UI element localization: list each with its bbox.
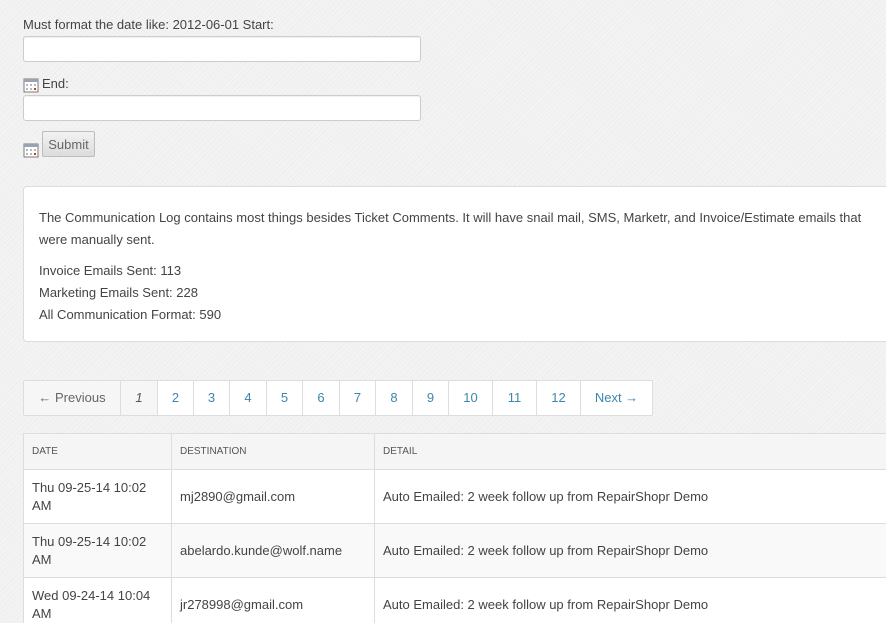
calendar-icon[interactable] <box>23 77 39 93</box>
destination-cell: abelardo.kunde@wolf.name <box>171 523 375 578</box>
page-link-11[interactable]: 11 <box>492 381 536 415</box>
marketing-emails-count: Marketing Emails Sent: 228 <box>39 285 198 300</box>
page-link-1[interactable]: 1 <box>120 381 157 415</box>
page-link-8[interactable]: 8 <box>375 381 412 415</box>
page-link-10[interactable]: 10 <box>448 381 492 415</box>
page-link-4[interactable]: 4 <box>229 381 266 415</box>
end-date-label: End: <box>42 76 69 91</box>
pagination: ← Previous 1 2 3 4 5 6 7 8 9 10 11 12 Ne… <box>23 380 653 416</box>
destination-cell: mj2890@gmail.com <box>171 469 375 524</box>
detail-column-header: DETAIL <box>374 433 886 470</box>
page-link-9[interactable]: 9 <box>412 381 448 415</box>
date-column-header: DATE <box>23 433 172 470</box>
previous-page-link[interactable]: ← Previous <box>24 381 120 415</box>
page-link-3[interactable]: 3 <box>193 381 229 415</box>
submit-button[interactable]: Submit <box>42 131 95 157</box>
info-description: The Communication Log contains most thin… <box>39 210 862 247</box>
table-row: Wed 09-24-14 10:04 AM jr278998@gmail.com… <box>23 577 886 623</box>
date-cell: Thu 09-25-14 10:02 AM <box>23 523 172 578</box>
start-date-label: Must format the date like: 2012-06-01 St… <box>23 17 274 32</box>
invoice-emails-count: Invoice Emails Sent: 113 <box>39 263 182 278</box>
date-cell: Thu 09-25-14 10:02 AM <box>23 469 172 524</box>
page-link-12[interactable]: 12 <box>536 381 580 415</box>
table-row: Thu 09-25-14 10:02 AM mj2890@gmail.com A… <box>23 469 886 524</box>
detail-cell: Auto Emailed: 2 week follow up from Repa… <box>374 469 886 524</box>
communication-log-info: The Communication Log contains most thin… <box>23 186 886 342</box>
table-row: Thu 09-25-14 10:02 AM abelardo.kunde@wol… <box>23 523 886 578</box>
table-header-row: DATE DESTINATION DETAIL <box>23 433 886 470</box>
start-date-input[interactable] <box>23 36 421 62</box>
destination-cell: jr278998@gmail.com <box>171 577 375 623</box>
page-link-6[interactable]: 6 <box>302 381 339 415</box>
communication-log-table: DATE DESTINATION DETAIL Thu 09-25-14 10:… <box>23 433 886 623</box>
date-cell: Wed 09-24-14 10:04 AM <box>23 577 172 623</box>
end-date-input[interactable] <box>23 95 421 121</box>
detail-cell: Auto Emailed: 2 week follow up from Repa… <box>374 523 886 578</box>
page-link-2[interactable]: 2 <box>157 381 193 415</box>
detail-cell: Auto Emailed: 2 week follow up from Repa… <box>374 577 886 623</box>
destination-column-header: DESTINATION <box>171 433 375 470</box>
page-link-7[interactable]: 7 <box>339 381 375 415</box>
next-page-link[interactable]: Next → <box>580 381 652 415</box>
calendar-icon[interactable] <box>23 142 39 158</box>
all-communication-count: All Communication Format: 590 <box>39 307 222 322</box>
page-link-5[interactable]: 5 <box>266 381 302 415</box>
